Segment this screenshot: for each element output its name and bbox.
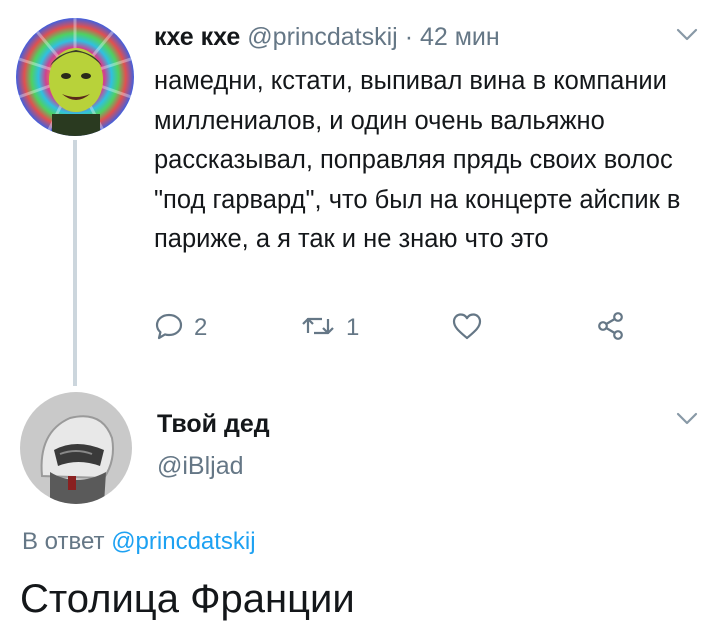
author-handle[interactable]: @princdatskij	[247, 23, 397, 51]
like-button[interactable]	[451, 306, 483, 350]
separator: ·	[404, 23, 414, 51]
avatar[interactable]	[16, 18, 134, 136]
timestamp[interactable]: 42 мин	[420, 23, 500, 51]
tweet-text: намедни, кстати, выпивал вина в компании…	[154, 67, 681, 253]
tweet-thread: кхе кхе @princdatskij · 42 мин намедни, …	[0, 0, 720, 636]
reply-context: В ответ @princdatskij	[22, 528, 256, 556]
tweet-text: Столица Франции	[20, 577, 355, 621]
author-name[interactable]: кхе кхе	[154, 23, 240, 51]
reply-button[interactable]: 2	[154, 306, 207, 350]
reply-count: 2	[194, 314, 208, 341]
heart-icon	[451, 311, 483, 346]
retweet-button[interactable]: 1	[300, 306, 359, 350]
reply-mention-link[interactable]: @princdatskij	[111, 528, 255, 555]
retweet-icon	[300, 311, 336, 346]
reply-prefix: В ответ	[22, 528, 105, 555]
thread-line	[73, 140, 77, 386]
avatar[interactable]	[20, 392, 132, 504]
share-icon	[596, 311, 626, 346]
share-button[interactable]	[596, 306, 626, 350]
chevron-down-icon[interactable]	[676, 28, 698, 47]
retweet-count: 1	[346, 314, 360, 341]
author-name[interactable]: Твой дед	[157, 410, 270, 439]
tweet-header: кхе кхе @princdatskij · 42 мин	[154, 20, 500, 54]
tweet-actions: 2 1	[154, 306, 674, 350]
reply-icon	[154, 311, 184, 346]
chevron-down-icon[interactable]	[676, 412, 698, 431]
author-handle[interactable]: @iBljad	[157, 452, 244, 481]
